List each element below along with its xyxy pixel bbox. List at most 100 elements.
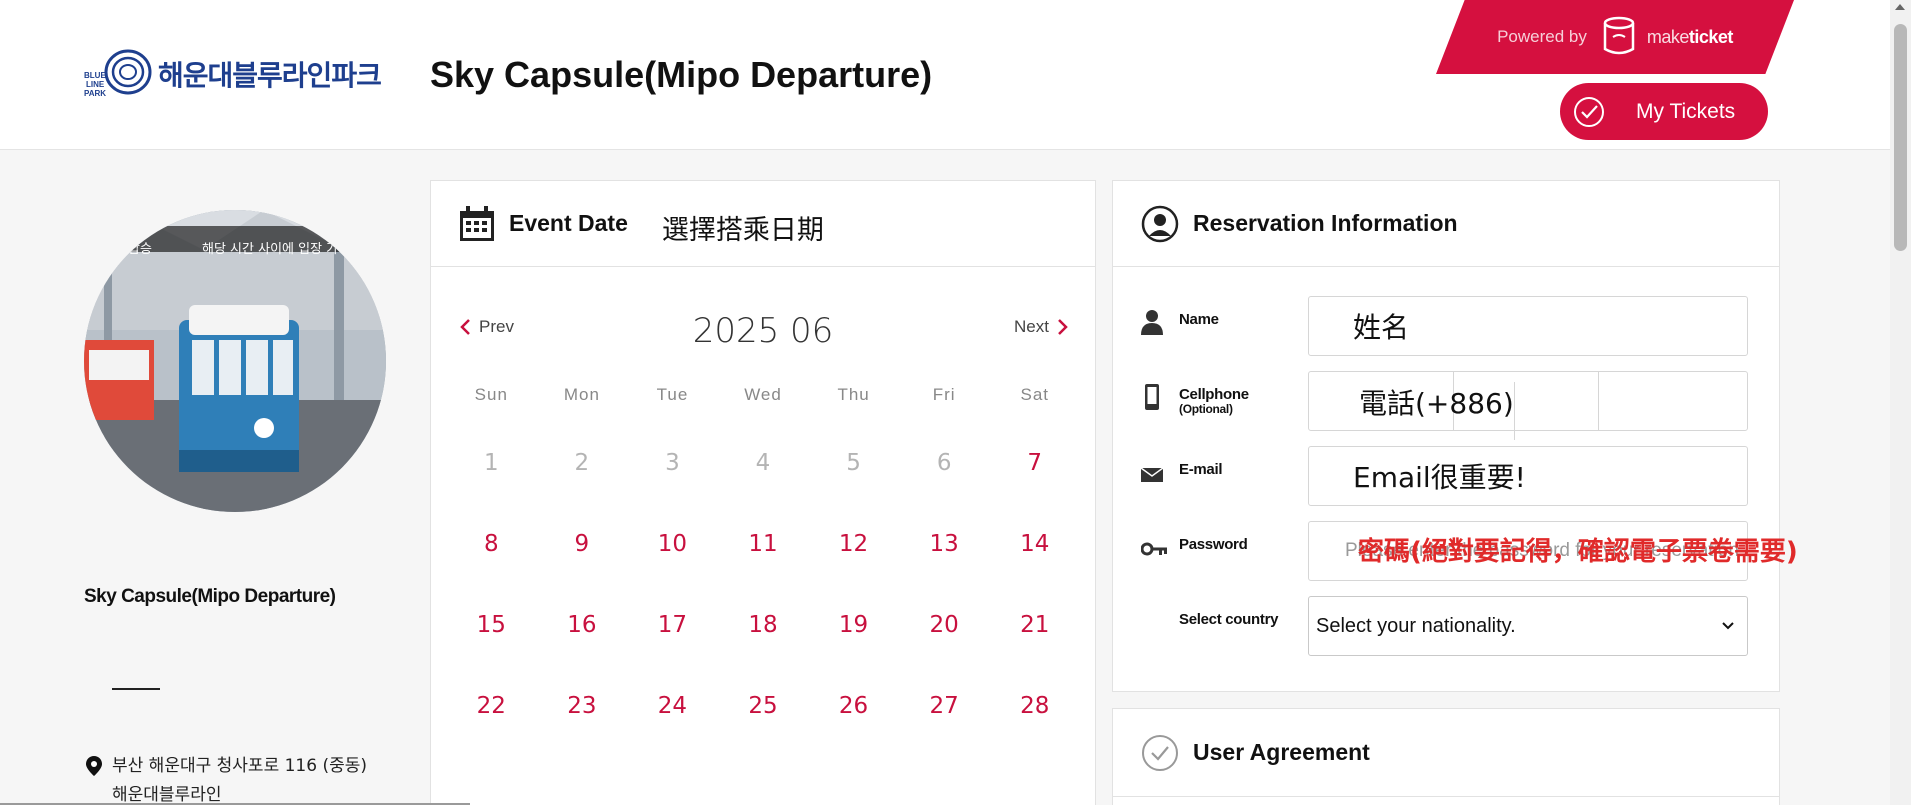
weekday-label: Tue [656, 385, 689, 404]
calendar-day[interactable]: 11 [718, 522, 809, 603]
envelope-icon [1141, 467, 1163, 482]
calendar-day: 5 [846, 450, 861, 476]
calendar-day[interactable]: 28 [989, 684, 1080, 765]
nationality-select-value: Select your nationality. [1316, 614, 1516, 637]
name-row: Name [1113, 289, 1779, 364]
calendar-day[interactable]: 23 [537, 684, 628, 765]
name-input[interactable] [1308, 296, 1748, 356]
calendar-nav: Prev 2025 06 Next [431, 267, 1095, 357]
page-title: Sky Capsule(Mipo Departure) [430, 54, 933, 95]
calendar-day[interactable]: 12 [808, 522, 899, 603]
weekday-label: Fri [932, 385, 956, 404]
calendar-day[interactable]: 17 [627, 603, 718, 684]
blue-line-park-logo[interactable]: BLUE LINE PARK 해운대블루라인파크 [84, 48, 382, 100]
email-input[interactable] [1308, 446, 1748, 506]
maketicket-brand: maketicket [1646, 26, 1734, 48]
brand-bold-text: ticket [1688, 26, 1734, 47]
key-icon [1141, 542, 1167, 556]
password-input[interactable] [1308, 521, 1748, 581]
address-line-2: 해운대블루라인 [112, 785, 222, 805]
event-date-header: Event Date 選擇搭乘日期 [431, 181, 1095, 267]
svg-text:PARK: PARK [84, 89, 106, 98]
event-date-panel: Event Date 選擇搭乘日期 Prev 2025 06 Next Sun M… [430, 180, 1096, 805]
calendar-day[interactable]: 9 [537, 522, 628, 603]
logo-text: 해운대블루라인파크 [158, 59, 382, 92]
cellphone-label-text: Cellphone [1179, 386, 1249, 403]
calendar-grid: 1 2 3 4 5 6 7 8 9 10 11 12 13 14 15 16 17 18 19 20 21 22 23 24 2… [431, 441, 1095, 765]
product-photo: 탑승 해당 시간 사이에 입장 가 [84, 210, 386, 512]
weekday-label: Sat [1020, 385, 1050, 404]
scrollbar-thumb[interactable] [1894, 24, 1907, 251]
calendar-day[interactable]: 14 [989, 522, 1080, 603]
calendar-day[interactable]: 20 [899, 603, 990, 684]
calendar-day[interactable]: 7 [989, 441, 1080, 522]
cellphone-last-field[interactable] [1599, 372, 1747, 430]
calendar-day[interactable]: 8 [446, 522, 537, 603]
calendar-day[interactable]: 26 [808, 684, 899, 765]
calendar-day: 3 [665, 450, 680, 476]
calendar-day[interactable]: 13 [899, 522, 990, 603]
calendar-day[interactable]: 18 [718, 603, 809, 684]
nationality-select[interactable]: Select your nationality. [1308, 596, 1748, 656]
photo-caption: 해당 시간 사이에 입장 가 [202, 242, 339, 257]
powered-by-label: Powered by [1497, 27, 1587, 46]
calendar-day[interactable]: 21 [989, 603, 1080, 684]
user-agreement-title: User Agreement [1193, 739, 1370, 765]
calendar-day[interactable]: 27 [899, 684, 990, 765]
address: 부산 해운대구 청사포로 116 (중동) 해운대블루라인 [84, 752, 414, 805]
next-label: Next [1014, 317, 1049, 336]
user-circle-icon [1141, 205, 1179, 242]
my-tickets-label: My Tickets [1636, 99, 1736, 123]
cellphone-optional-note: (Optional) [1179, 402, 1233, 416]
country-label: Select country [1179, 611, 1279, 628]
header: BLUE LINE PARK 해운대블루라인파크 Sky Capsule(Mip… [0, 0, 1890, 150]
email-label: E-mail [1179, 461, 1223, 478]
next-month-button[interactable]: Next [1014, 317, 1069, 337]
user-agreement-header[interactable]: User Agreement [1113, 709, 1779, 797]
calendar-day[interactable]: 10 [627, 522, 718, 603]
vertical-scrollbar[interactable] [1890, 0, 1911, 805]
weekday-label: Wed [744, 385, 782, 404]
reservation-panel: Reservation Information Name Cellphone(O… [1112, 180, 1798, 692]
reservation-header: Reservation Information [1113, 181, 1779, 267]
calendar-day[interactable]: 16 [537, 603, 628, 684]
password-label: Password [1179, 536, 1248, 553]
event-date-annotation: 選擇搭乘日期 [661, 215, 824, 246]
calendar-day[interactable]: 15 [446, 603, 537, 684]
person-icon [1141, 310, 1163, 335]
weekday-header: Sun Mon Tue Wed Thu Fri Sat [431, 385, 1095, 405]
calendar-day: 2 [574, 450, 590, 476]
divider [112, 688, 160, 690]
check-circle-outline-icon [1142, 734, 1178, 771]
powered-by-banner[interactable]: Powered by maketicket [1436, 0, 1794, 74]
calendar-day: 6 [936, 450, 952, 476]
calendar-day: 1 [483, 450, 499, 476]
calendar-day[interactable]: 19 [808, 603, 899, 684]
weekday-label: Thu [837, 385, 870, 404]
cellphone-input-group: 電話(+886) [1308, 371, 1748, 440]
cellphone-label: Cellphone (Optional) [1179, 386, 1249, 416]
calendar-day[interactable]: 25 [718, 684, 809, 765]
my-tickets-button[interactable]: My Tickets [1560, 83, 1768, 140]
name-label: Name [1179, 311, 1219, 328]
calendar-day: 4 [755, 450, 771, 476]
calendar-day[interactable]: 24 [627, 684, 718, 765]
svg-text:BLUE: BLUE [84, 71, 106, 80]
cellphone-row: Cellphone (Optional) 電話(+886) [1113, 364, 1779, 440]
reservation-form: Name Cellphone(Optional) 電話(+886) E-mail [1113, 267, 1798, 664]
country-row: Select country Select your nationality. [1113, 589, 1779, 664]
cellphone-annotation: 電話(+886) [1359, 382, 1515, 440]
product-sidebar: 탑승 해당 시간 사이에 입장 가 Sky Capsule(Mipo Depar… [84, 210, 414, 805]
weekday-label: Mon [563, 385, 600, 404]
phone-icon [1145, 384, 1159, 410]
svg-text:LINE: LINE [86, 80, 105, 89]
user-agreement-panel: User Agreement [1112, 708, 1780, 805]
event-date-title: Event Date [509, 210, 628, 236]
email-row: E-mail [1113, 439, 1779, 514]
month-label: 2025 06 [692, 311, 834, 351]
location-pin-icon [86, 756, 102, 776]
calendar-day[interactable]: 22 [446, 684, 537, 765]
weekday-label: Sun [474, 385, 508, 404]
brand-light-text: make [1646, 26, 1690, 47]
scroll-up-arrow-icon[interactable] [1895, 4, 1905, 10]
